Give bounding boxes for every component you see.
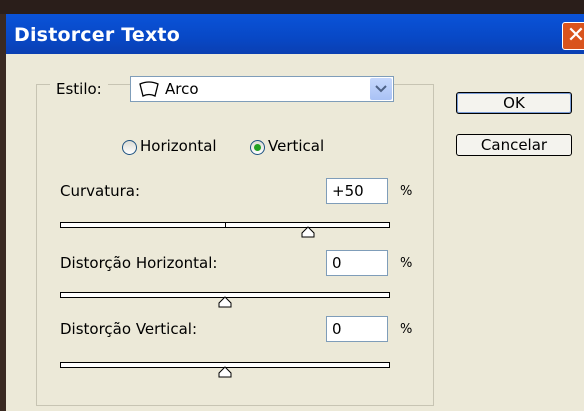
cancel-button[interactable]: Cancelar <box>456 134 572 156</box>
radio-selected-dot <box>254 144 261 151</box>
hdistort-label: Distorção Horizontal: <box>60 254 218 272</box>
curvature-label: Curvatura: <box>60 182 141 200</box>
radio-horizontal-label: Horizontal <box>140 137 217 155</box>
slider-center-tick <box>225 222 226 228</box>
vdistort-input[interactable]: 0 <box>326 316 388 342</box>
vdistort-label: Distorção Vertical: <box>60 320 198 338</box>
style-select[interactable]: Arco <box>130 76 394 102</box>
hdistort-input[interactable]: 0 <box>326 250 388 276</box>
dialog-body: Estilo: Arco Horizontal Vertical Curvatu… <box>6 54 584 411</box>
curvature-unit: % <box>400 184 413 199</box>
arc-icon <box>139 81 159 97</box>
curvature-slider-track[interactable] <box>60 222 390 228</box>
radio-vertical[interactable] <box>250 140 265 155</box>
settings-group <box>36 84 434 406</box>
vdistort-slider-thumb[interactable] <box>218 366 232 378</box>
chevron-down-icon[interactable] <box>370 78 392 100</box>
style-label: Estilo: <box>50 80 108 98</box>
hdistort-unit: % <box>400 256 413 271</box>
radio-horizontal[interactable] <box>122 140 137 155</box>
style-select-value: Arco <box>165 80 199 98</box>
curvature-input[interactable]: +50 <box>326 178 388 204</box>
dialog-title: Distorcer Texto <box>14 24 180 46</box>
background-strip <box>0 0 584 14</box>
title-bar[interactable]: Distorcer Texto ✕ <box>6 14 584 54</box>
radio-vertical-label: Vertical <box>268 137 325 155</box>
close-button[interactable]: ✕ <box>562 22 584 50</box>
curvature-slider-thumb[interactable] <box>301 226 315 238</box>
close-icon: ✕ <box>566 23 584 48</box>
hdistort-slider-thumb[interactable] <box>218 296 232 308</box>
vdistort-unit: % <box>400 322 413 337</box>
ok-button[interactable]: OK <box>456 92 572 114</box>
